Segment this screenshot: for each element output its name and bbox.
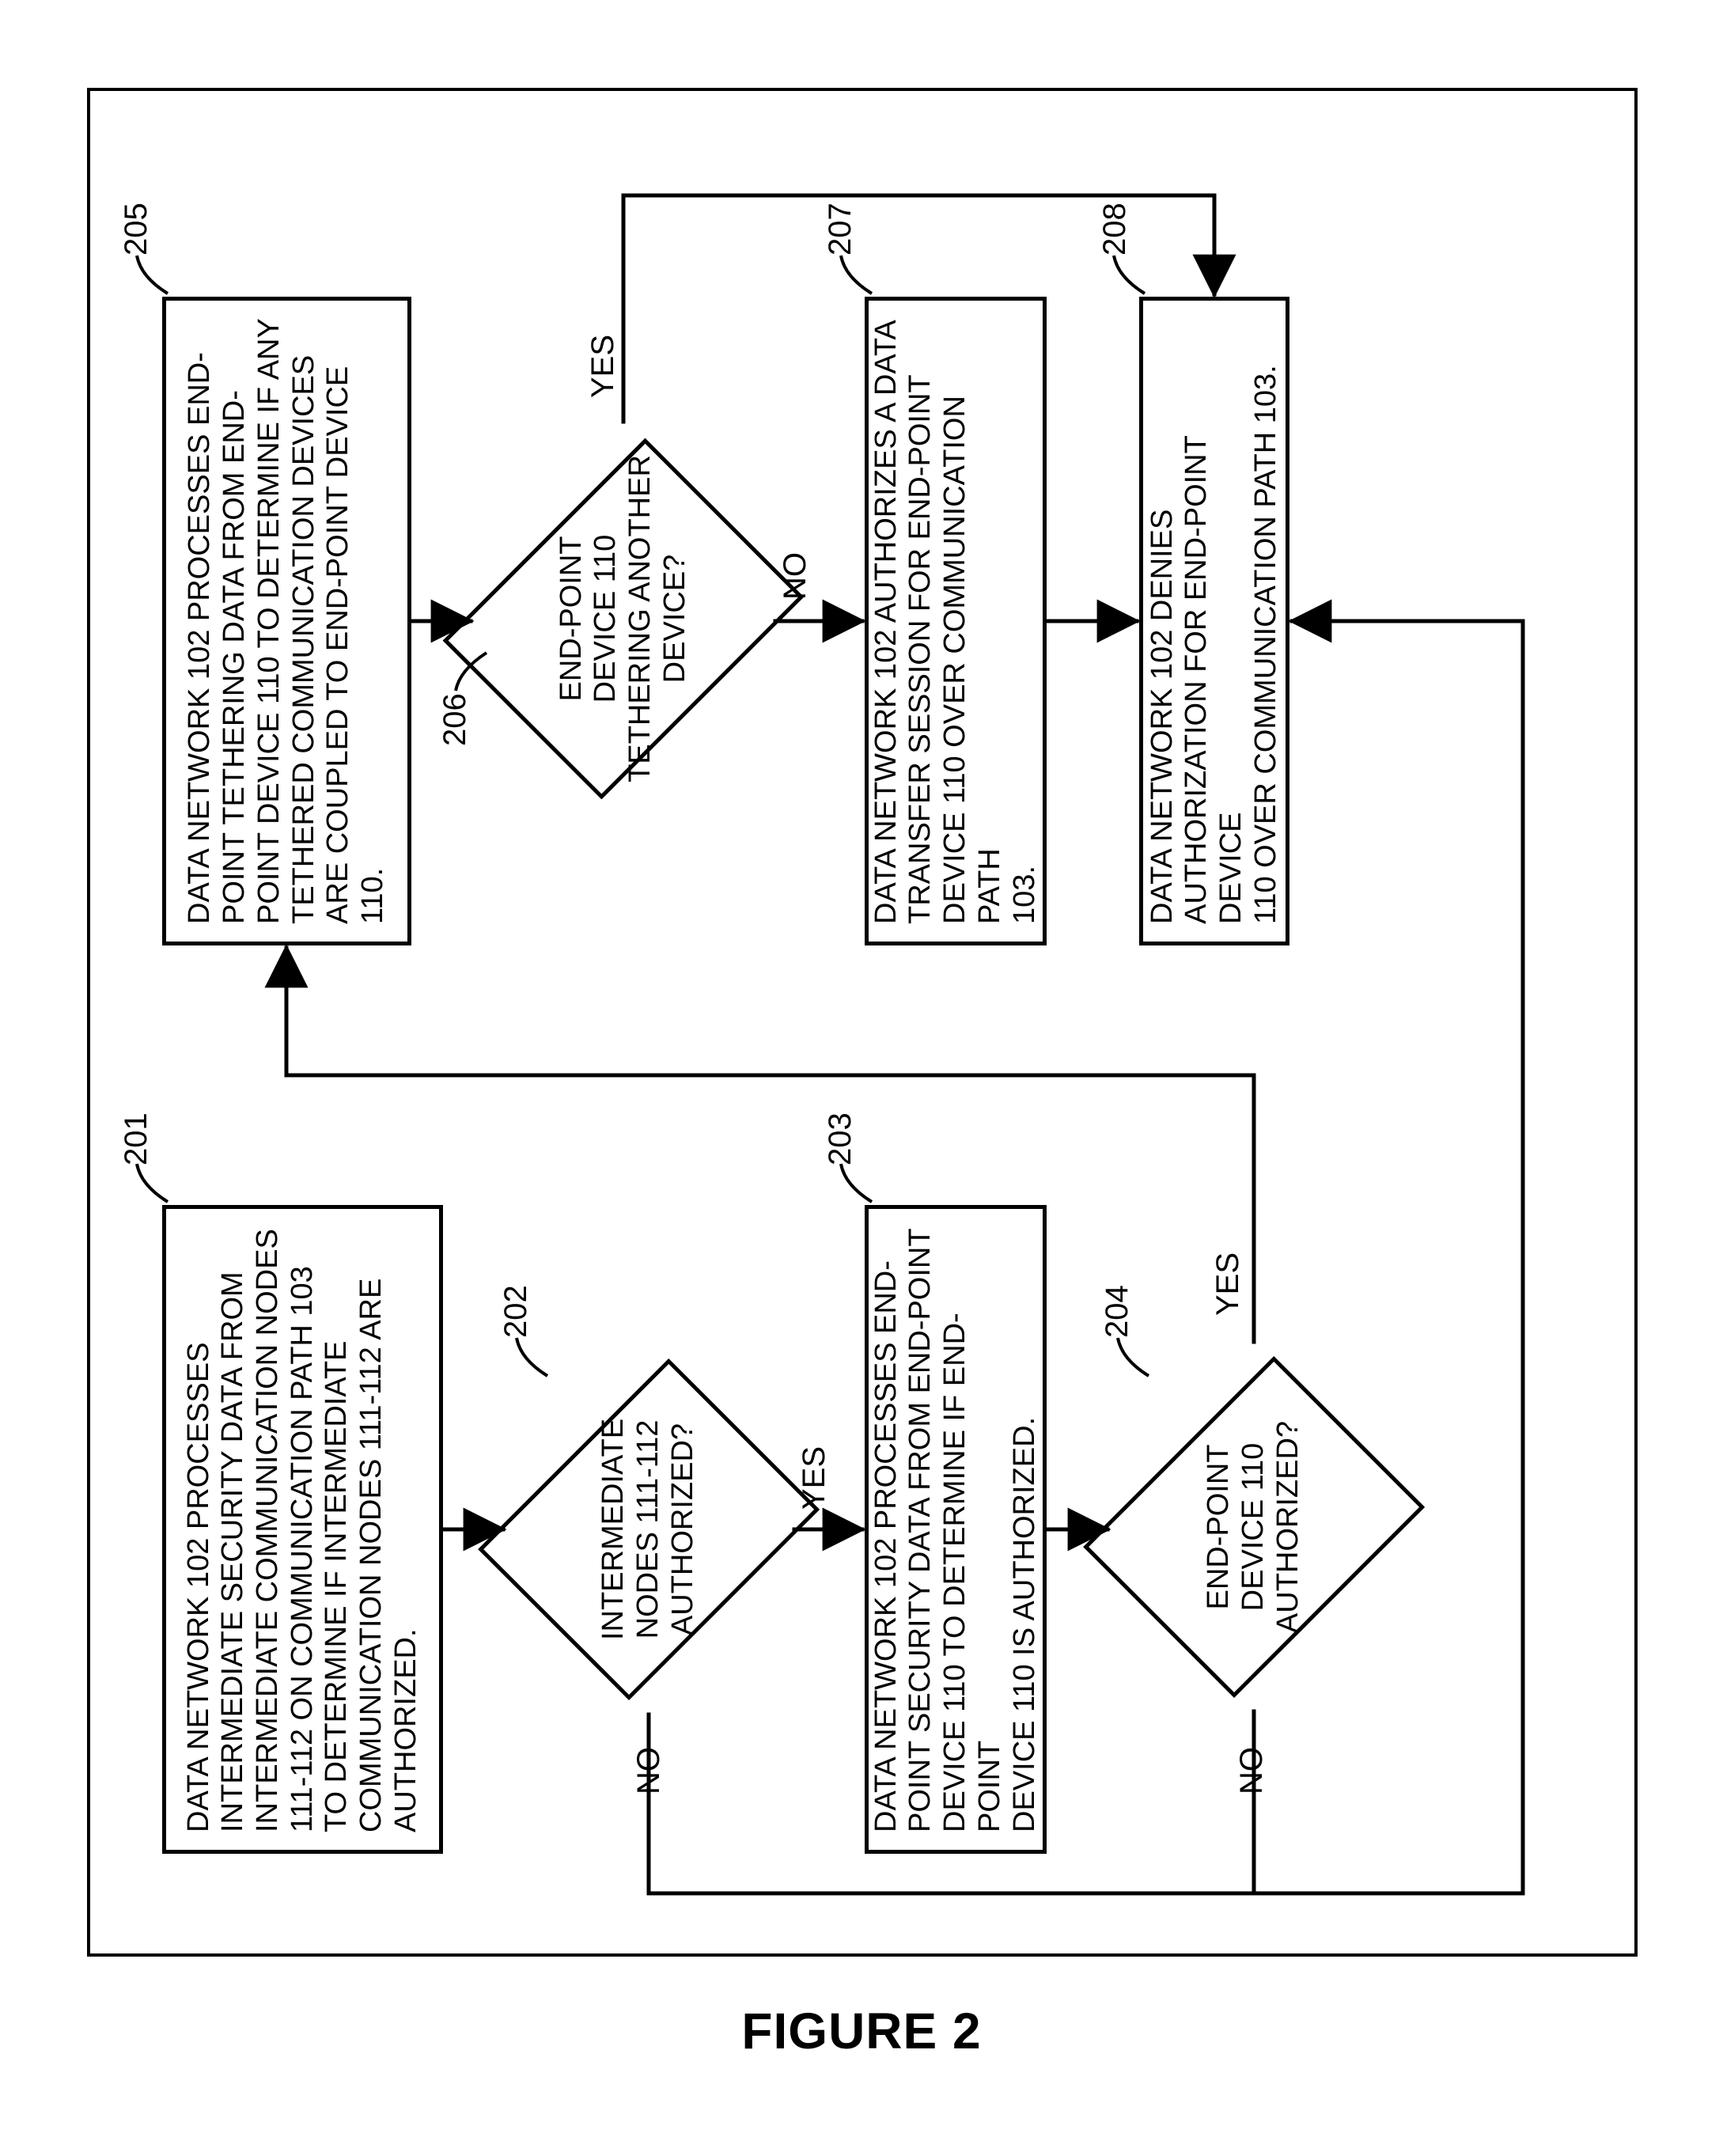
tag-202-leader: [514, 1332, 550, 1379]
edge-206-no-label: NO: [778, 552, 813, 600]
decision-202: INTERMEDIATE NODES 111-112 AUTHORIZED?: [498, 1339, 799, 1719]
tag-204: 204: [1100, 1285, 1135, 1338]
process-203-text: DATA NETWORK 102 PROCESSES END- POINT SE…: [869, 1226, 1042, 1832]
tag-205-leader: [134, 249, 170, 297]
tag-208-leader: [1111, 249, 1147, 297]
process-201: DATA NETWORK 102 PROCESSES INTERMEDIATE …: [162, 1205, 443, 1854]
tag-203: 203: [823, 1112, 858, 1165]
process-208: DATA NETWORK 102 DENIES AUTHORIZATION FO…: [1139, 297, 1289, 945]
process-201-text: DATA NETWORK 102 PROCESSES INTERMEDIATE …: [182, 1226, 424, 1832]
decision-202-text: INTERMEDIATE NODES 111-112 AUTHORIZED?: [498, 1339, 799, 1719]
figure-frame: DATA NETWORK 102 PROCESSES INTERMEDIATE …: [87, 88, 1638, 1957]
process-205: DATA NETWORK 102 PROCESSES END- POINT TE…: [162, 297, 411, 945]
edge-204-no-label: NO: [1234, 1747, 1270, 1794]
figure-label: FIGURE 2: [0, 2002, 1723, 2060]
process-207-text: DATA NETWORK 102 AUTHORIZES A DATA TRANS…: [869, 318, 1042, 924]
decision-206: END-POINT DEVICE 110 TETHERING ANOTHER D…: [465, 417, 782, 820]
edge-204-yes-label: YES: [1210, 1252, 1246, 1316]
decision-206-text: END-POINT DEVICE 110 TETHERING ANOTHER D…: [465, 417, 782, 820]
tag-208: 208: [1097, 203, 1133, 256]
decision-204: END-POINT DEVICE 110 AUTHORIZED?: [1104, 1337, 1404, 1717]
process-203: DATA NETWORK 102 PROCESSES END- POINT SE…: [865, 1205, 1047, 1854]
process-207: DATA NETWORK 102 AUTHORIZES A DATA TRANS…: [865, 297, 1047, 945]
process-208-text: DATA NETWORK 102 DENIES AUTHORIZATION FO…: [1146, 318, 1284, 924]
edge-202-no-label: NO: [631, 1747, 667, 1794]
process-205-text: DATA NETWORK 102 PROCESSES END- POINT TE…: [183, 318, 390, 924]
flowchart-canvas: DATA NETWORK 102 PROCESSES INTERMEDIATE …: [87, 88, 1638, 1957]
edge-206-yes-label: YES: [585, 335, 621, 398]
tag-205: 205: [119, 203, 154, 256]
edge-202-yes-label: YES: [797, 1446, 832, 1510]
tag-201: 201: [119, 1112, 154, 1165]
tag-207: 207: [823, 203, 858, 256]
tag-206-leader: [453, 646, 489, 694]
tag-202: 202: [498, 1285, 534, 1338]
tag-207-leader: [839, 249, 874, 297]
tag-204-leader: [1115, 1332, 1151, 1379]
tag-206: 206: [437, 693, 473, 746]
decision-204-text: END-POINT DEVICE 110 AUTHORIZED?: [1104, 1337, 1404, 1717]
